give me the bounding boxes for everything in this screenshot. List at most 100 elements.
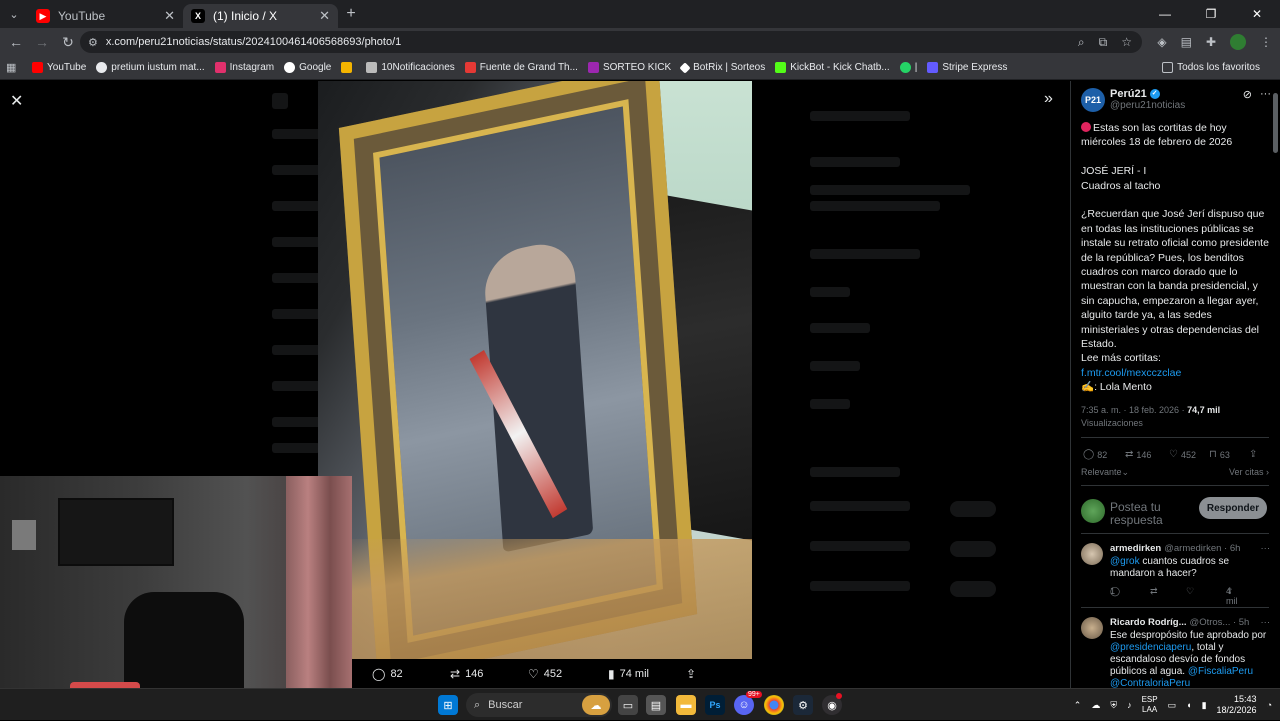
grok-icon[interactable]: ⊘: [1243, 88, 1252, 101]
reply-button[interactable]: Responder: [1199, 497, 1267, 519]
close-viewer-icon[interactable]: ✕: [10, 91, 23, 111]
back-arrow-icon[interactable]: ←: [4, 34, 28, 50]
task-view-icon[interactable]: ▭: [618, 695, 638, 715]
chrome-icon[interactable]: [764, 695, 784, 715]
extensions-puzzle-icon[interactable]: ✚: [1206, 35, 1216, 49]
sort-dropdown[interactable]: Relevante⌄: [1081, 467, 1129, 478]
bookmark-label: Todos los favoritos: [1177, 62, 1260, 73]
bookmark-item[interactable]: pretium iustum mat...: [96, 62, 205, 73]
webcam-tv: [58, 498, 174, 566]
view-quotes-link[interactable]: Ver citas ›: [1229, 467, 1269, 478]
close-tab-icon[interactable]: ✕: [164, 8, 175, 24]
restore-icon[interactable]: ❐: [1188, 0, 1234, 28]
windows-start-icon[interactable]: ⊞: [438, 695, 458, 715]
share-icon: ⇪: [1226, 586, 1234, 596]
network-icon[interactable]: ▭: [1168, 700, 1177, 711]
reply-author[interactable]: Ricardo Rodríg...: [1110, 617, 1187, 628]
notification-bell-icon[interactable]: ◔: [1267, 700, 1272, 710]
security-icon[interactable]: ⛨: [1110, 700, 1117, 711]
tab-title: YouTube: [58, 9, 106, 23]
more-icon[interactable]: ···: [1261, 617, 1271, 628]
sidebar-scrollbar[interactable]: [1273, 93, 1278, 153]
clock[interactable]: 15:43 18/2/2026: [1217, 694, 1257, 716]
tab-x[interactable]: X (1) Inicio / X ✕: [183, 4, 338, 28]
battery-icon[interactable]: ▮: [1202, 700, 1207, 711]
bookmark-star-icon[interactable]: ☆: [1121, 35, 1132, 50]
post-subheading: Cuadros al tacho: [1081, 179, 1161, 192]
all-bookmarks[interactable]: Todos los favoritos: [1162, 62, 1260, 73]
like-stat[interactable]: ♡ 452: [1169, 449, 1196, 460]
volume-icon[interactable]: ◖: [1186, 700, 1191, 710]
reload-icon[interactable]: ↻: [56, 34, 80, 51]
bookmark-item[interactable]: KickBot - Kick Chatb...: [775, 62, 890, 73]
tab-search-icon[interactable]: ⌄: [0, 0, 28, 28]
reply-avatar[interactable]: [1081, 617, 1103, 639]
close-window-icon[interactable]: ✕: [1234, 0, 1280, 28]
like-action[interactable]: ♡ 452: [528, 667, 562, 681]
mention-link[interactable]: @presidenciaperu: [1110, 642, 1191, 653]
reply-action[interactable]: ◯ 82: [372, 667, 403, 681]
install-icon[interactable]: ⧉: [1099, 35, 1108, 50]
repost-icon[interactable]: ⇄: [1150, 586, 1158, 597]
steam-icon[interactable]: ⚙: [793, 695, 813, 715]
more-icon[interactable]: ···: [1260, 88, 1271, 101]
reply-avatar[interactable]: [1081, 543, 1103, 565]
reply-icon: ◯: [1083, 449, 1095, 460]
share-stat[interactable]: ⇪: [1249, 449, 1260, 460]
post-link[interactable]: f.mtr.cool/mexcczclae: [1081, 367, 1181, 379]
profile-avatar[interactable]: [1230, 34, 1246, 50]
divider: [1081, 437, 1269, 438]
bookmark-label: Stripe Express: [942, 62, 1008, 73]
more-icon[interactable]: ···: [1261, 543, 1271, 554]
extension-icon[interactable]: ◈: [1157, 35, 1166, 49]
discord-icon[interactable]: ☺: [734, 695, 754, 715]
close-tab-icon[interactable]: ✕: [319, 8, 330, 24]
new-tab-button[interactable]: +: [338, 5, 364, 23]
bookmark-item[interactable]: Fuente de Grand Th...: [464, 62, 578, 73]
repost-action[interactable]: ⇄ 146: [450, 667, 483, 681]
bookmark-item[interactable]: |: [899, 62, 917, 73]
account-handle[interactable]: @peru21noticias: [1110, 100, 1185, 111]
mention-link[interactable]: @grok: [1110, 556, 1140, 567]
bookmark-stat[interactable]: ⊓ 63: [1209, 449, 1230, 460]
language-indicator[interactable]: ESP LAA: [1142, 695, 1158, 715]
reply-input[interactable]: Postea tu respuesta: [1110, 501, 1190, 527]
views-action[interactable]: ▮ 74 mil: [608, 667, 649, 681]
minimize-icon[interactable]: —: [1142, 0, 1188, 28]
zoom-icon[interactable]: ⌕: [1078, 35, 1085, 50]
printer-icon[interactable]: ▤: [646, 695, 666, 715]
bookmark-item[interactable]: YouTube: [32, 62, 86, 73]
repost-stat[interactable]: ⇄ 146: [1125, 449, 1151, 460]
bookmark-item[interactable]: Instagram: [214, 62, 274, 73]
bookmark-item[interactable]: 10Notificaciones: [366, 62, 455, 73]
apps-grid-icon[interactable]: ▦: [6, 61, 20, 74]
reply-stat[interactable]: ◯ 82: [1083, 449, 1107, 460]
file-explorer-icon[interactable]: ▬: [676, 695, 696, 715]
account-name[interactable]: Perú21 ✓: [1110, 88, 1185, 100]
search-placeholder: Buscar: [488, 699, 523, 711]
account-avatar[interactable]: P21: [1081, 88, 1105, 112]
chevron-up-icon[interactable]: ⌃: [1074, 700, 1082, 711]
site-info-icon[interactable]: ⚙: [88, 36, 98, 49]
menu-kebab-icon[interactable]: ⋮: [1260, 35, 1272, 49]
heart-icon[interactable]: ♡: [1186, 586, 1194, 597]
bookmark-item[interactable]: SORTEO KICK: [587, 62, 671, 73]
bookmark-item[interactable]: [341, 62, 356, 73]
bookmark-item[interactable]: Google: [284, 62, 331, 73]
forward-arrow-icon[interactable]: →: [30, 34, 54, 50]
address-bar[interactable]: ⚙ x.com/peru21noticias/status/2024100461…: [80, 31, 1142, 53]
collapse-sidebar-icon[interactable]: »: [1044, 90, 1053, 108]
photoshop-icon[interactable]: Ps: [705, 695, 725, 715]
post-time[interactable]: 7:35 a. m. · 18 feb. 2026 ·: [1081, 405, 1187, 415]
widgets-icon[interactable]: ☁: [582, 695, 610, 715]
post-photo[interactable]: [318, 81, 752, 659]
bookmark-item[interactable]: BotRix | Sorteos: [679, 61, 765, 74]
ghost-line: [272, 443, 320, 453]
share-action[interactable]: ⇪: [686, 667, 701, 681]
mic-icon[interactable]: ♪: [1127, 700, 1132, 710]
bookmark-item[interactable]: Stripe Express: [927, 62, 1007, 73]
media-icon[interactable]: ▤: [1181, 35, 1192, 49]
onedrive-icon[interactable]: ☁: [1091, 700, 1100, 711]
reply-author[interactable]: armedirken: [1110, 543, 1161, 554]
tab-youtube[interactable]: ▶ YouTube ✕: [28, 4, 183, 28]
